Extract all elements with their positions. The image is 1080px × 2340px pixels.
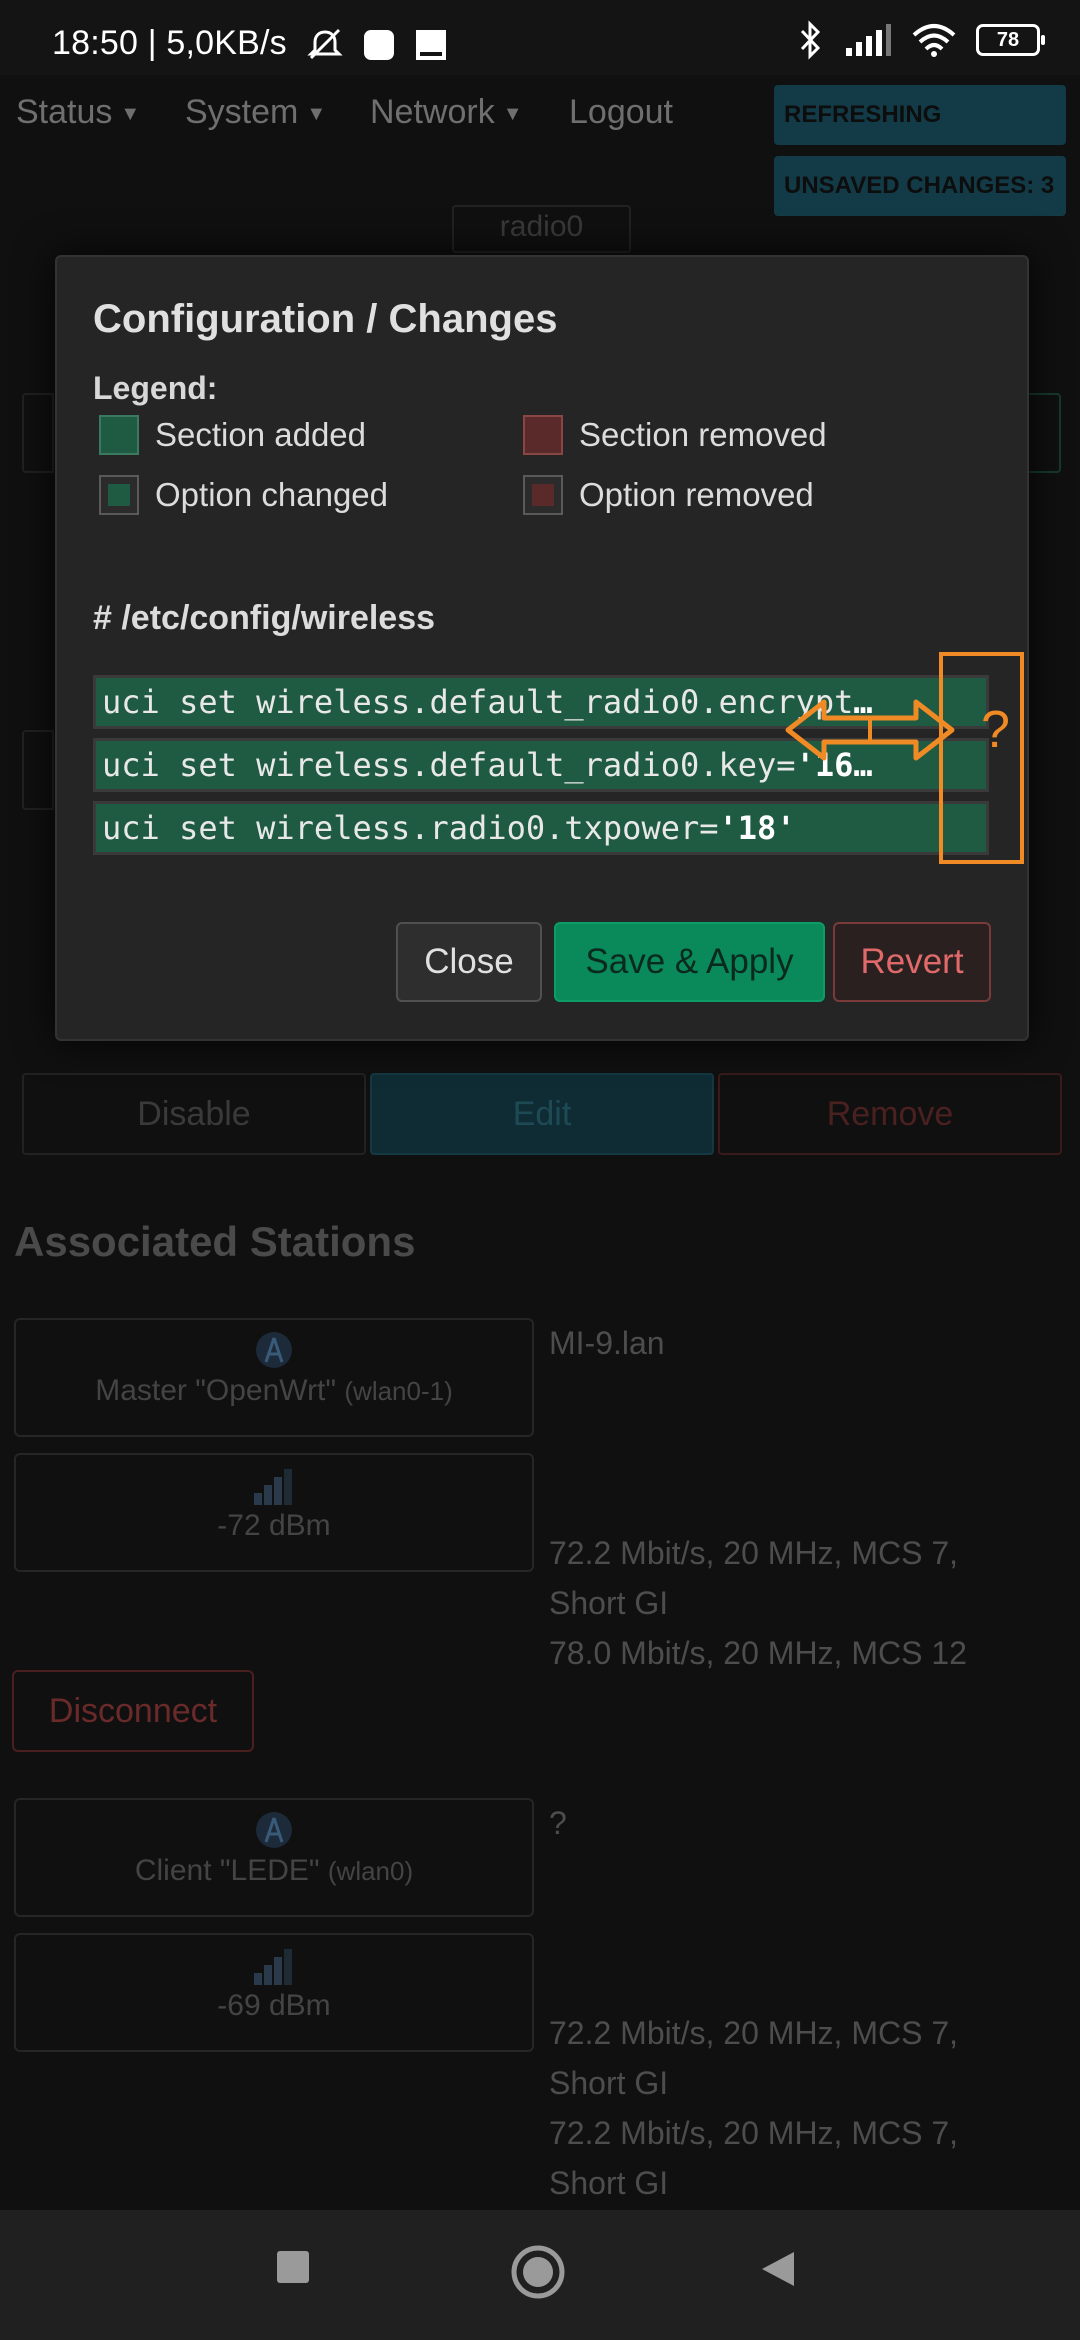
option-removed-swatch — [523, 475, 563, 515]
station-host-cell: Client "LEDE" (wlan0) — [14, 1798, 534, 1917]
station-iface: (wlan0-1) — [344, 1376, 453, 1406]
status-bar: 18:50 | 5,0KB/s 78 — [0, 0, 1080, 75]
section-added-swatch — [99, 415, 139, 455]
bg-field-left-2 — [22, 730, 54, 810]
back-icon[interactable] — [760, 2250, 796, 2288]
nav-logout-label: Logout — [569, 93, 673, 131]
nav-status-label: Status — [16, 93, 113, 131]
legend-title: Legend: — [93, 370, 218, 406]
radio-tab-label: radio0 — [499, 210, 584, 243]
config-file-title: # /etc/config/wireless — [93, 599, 436, 637]
top-nav: Status ▼ System ▼ Network ▼ Logout REFRESHI… — [0, 75, 1080, 216]
station-signal: -69 dBm — [217, 1989, 331, 2022]
station-tx-rate: 78.0 Mbit/s, 20 MHz, MCS 12 — [549, 1635, 967, 1671]
station-hostname: MI-9.lan — [549, 1325, 665, 1361]
legend-section-removed: Section removed — [523, 415, 827, 455]
status-left: 18:50 | 5,0KB/s — [52, 24, 448, 63]
station-tx-gi: Short GI — [549, 2165, 669, 2201]
double-arrow-icon — [785, 699, 955, 761]
signal-strength-icon — [254, 1949, 292, 1985]
legend-option-changed: Option changed — [99, 475, 388, 515]
station-hostname: ? — [549, 1805, 567, 1841]
remove-button[interactable]: Remove — [718, 1073, 1062, 1155]
chevron-down-icon: ▼ — [120, 102, 141, 125]
station-rx-gi: Short GI — [549, 1585, 669, 1621]
legend-label: Option changed — [155, 476, 389, 513]
save-apply-button[interactable]: Save & Apply — [554, 922, 825, 1002]
station-host: Client "LEDE" — [134, 1854, 320, 1887]
battery-level: 78 — [996, 28, 1020, 51]
antenna-icon — [256, 1812, 292, 1848]
home-icon[interactable] — [510, 2244, 566, 2300]
change-command: uci set wireless.default_radio0.key= — [102, 746, 796, 784]
close-button[interactable]: Close — [396, 922, 542, 1002]
nav-network[interactable]: Network ▼ — [370, 93, 523, 132]
station-rx-gi: Short GI — [549, 2065, 669, 2101]
signal-strength-icon — [254, 1469, 292, 1505]
change-command: uci set wireless.radio0.txpower= — [102, 809, 719, 847]
change-line: uci set wireless.radio0.txpower='18' — [93, 801, 989, 855]
changes-modal: Configuration / Changes Legend: Section … — [55, 255, 1029, 1041]
section-removed-swatch — [523, 415, 563, 455]
nav-network-label: Network — [370, 93, 495, 131]
status-right: 78 — [798, 20, 1045, 60]
legend-label: Section added — [155, 416, 367, 453]
disable-button[interactable]: Disable — [22, 1073, 366, 1155]
associated-stations-title: Associated Stations — [14, 1218, 416, 1265]
recents-icon[interactable] — [276, 2250, 310, 2284]
bg-field-left — [22, 393, 54, 473]
revert-button[interactable]: Revert — [833, 922, 991, 1002]
antenna-icon — [256, 1332, 292, 1368]
refreshing-badge[interactable]: REFRESHING — [774, 85, 1066, 145]
bluetooth-icon — [800, 20, 821, 60]
modal-title: Configuration / Changes — [93, 297, 558, 341]
option-changed-swatch — [99, 475, 139, 515]
station-rx-rate: 72.2 Mbit/s, 20 MHz, MCS 7, — [549, 2015, 959, 2051]
station-iface: (wlan0) — [327, 1856, 414, 1886]
signal-icon — [846, 24, 891, 56]
legend-section-added: Section added — [99, 415, 366, 455]
status-time-speed: 18:50 | 5,0KB/s — [52, 24, 287, 62]
station-rx: 72.2 Mbit/s, 20 MHz, MCS 7, Short GI 78.… — [549, 1528, 967, 1678]
unsaved-changes-badge[interactable]: UNSAVED CHANGES: 3 — [774, 156, 1066, 216]
station-rx: 72.2 Mbit/s, 20 MHz, MCS 7, Short GI 72.… — [549, 2008, 958, 2208]
wifi-icon — [912, 24, 956, 57]
station-signal-cell: -72 dBm — [14, 1453, 534, 1572]
square-icon — [364, 30, 395, 61]
station-tx-rate: 72.2 Mbit/s, 20 MHz, MCS 7, — [549, 2115, 959, 2151]
station-rx-rate: 72.2 Mbit/s, 20 MHz, MCS 7, — [549, 1535, 959, 1571]
system-nav-bar — [0, 2210, 1080, 2340]
station-host-cell: Master "OpenWrt" (wlan0-1) — [14, 1318, 534, 1437]
edit-button[interactable]: Edit — [370, 1073, 714, 1155]
station-signal: -72 dBm — [217, 1509, 331, 1542]
station-host: Master "OpenWrt" — [95, 1374, 337, 1407]
download-icon — [415, 30, 446, 61]
bg-field-right — [1025, 393, 1061, 473]
chevron-down-icon: ▼ — [502, 102, 523, 125]
legend-option-removed: Option removed — [523, 475, 814, 515]
nav-logout[interactable]: Logout — [569, 93, 673, 132]
annotation-question-mark: ? — [981, 701, 1010, 759]
chevron-down-icon: ▼ — [306, 102, 327, 125]
change-command: uci set wireless.default_radio0.encrypt — [102, 683, 854, 721]
radio-tab[interactable]: radio0 — [452, 205, 631, 253]
battery-icon: 78 — [976, 24, 1045, 56]
nav-system-label: System — [185, 93, 299, 131]
change-value: '18' — [718, 809, 796, 847]
nav-system[interactable]: System ▼ — [185, 93, 326, 132]
nav-status[interactable]: Status ▼ — [16, 93, 140, 132]
disconnect-button[interactable]: Disconnect — [12, 1670, 254, 1752]
mute-icon — [306, 28, 343, 60]
legend-label: Section removed — [579, 416, 827, 453]
station-signal-cell: -69 dBm — [14, 1933, 534, 2052]
legend-label: Option removed — [579, 476, 814, 513]
